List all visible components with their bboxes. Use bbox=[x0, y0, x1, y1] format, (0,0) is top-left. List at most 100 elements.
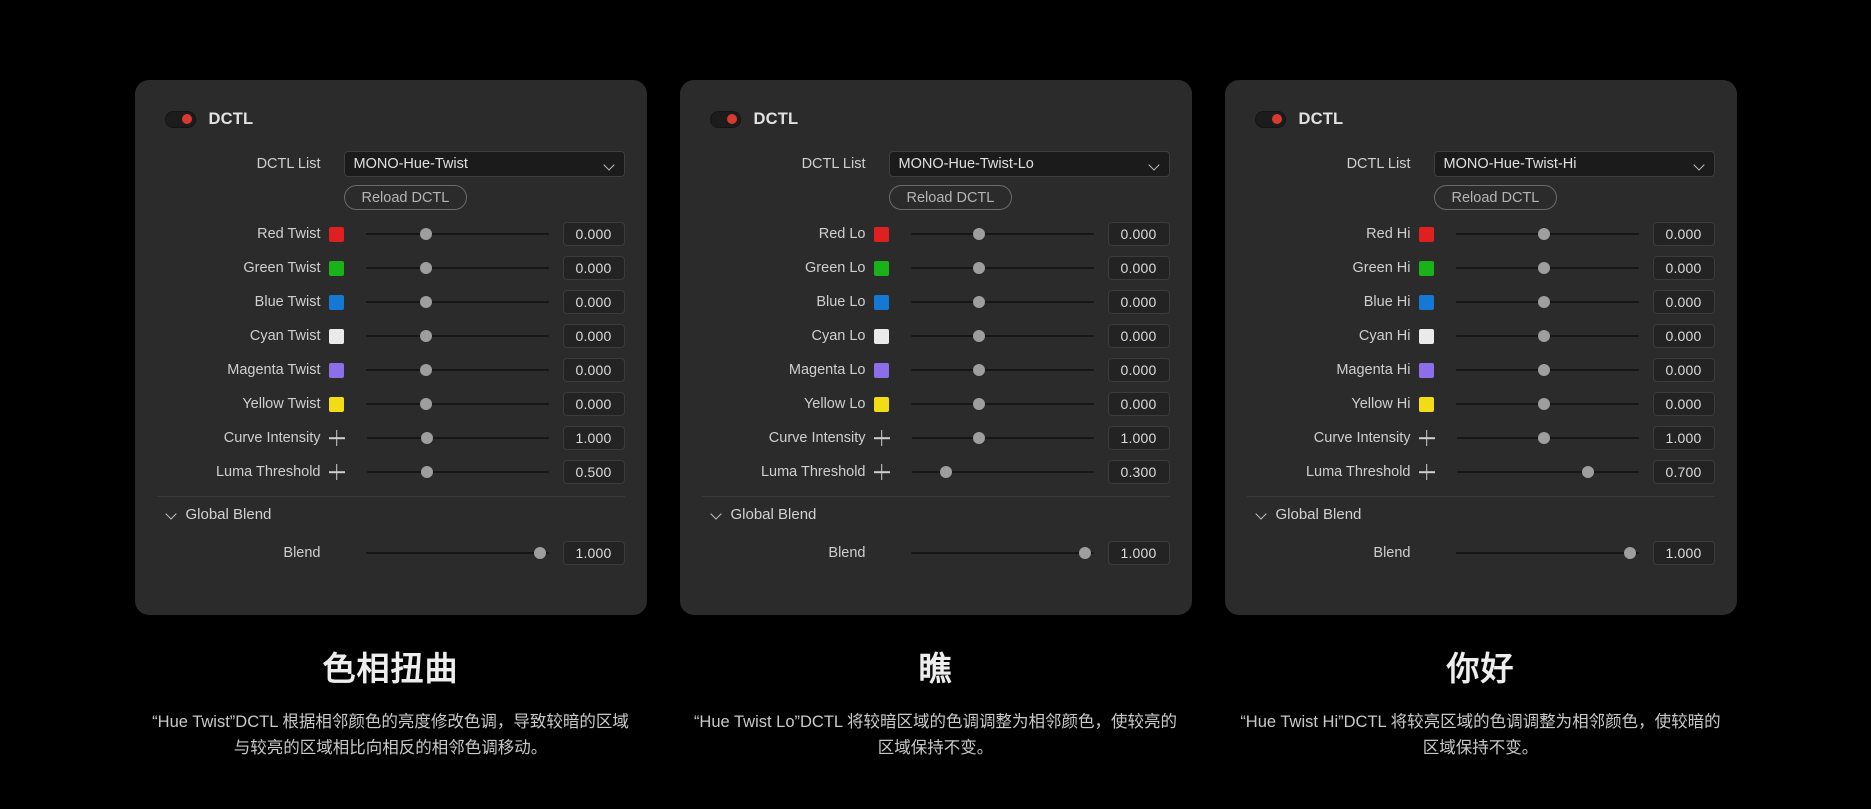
slider-thumb[interactable] bbox=[420, 228, 433, 240]
plus-icon[interactable] bbox=[1419, 464, 1435, 480]
parameter-slider[interactable] bbox=[365, 322, 549, 350]
color-swatch-icon[interactable] bbox=[873, 396, 889, 412]
parameter-value[interactable]: 0.000 bbox=[1107, 392, 1170, 416]
parameter-slider[interactable] bbox=[366, 458, 549, 486]
parameter-value[interactable]: 0.000 bbox=[1107, 324, 1170, 348]
parameter-slider[interactable] bbox=[1455, 220, 1639, 248]
parameter-slider[interactable] bbox=[1455, 254, 1639, 282]
slider-thumb[interactable] bbox=[972, 398, 985, 410]
slider-thumb[interactable] bbox=[420, 296, 433, 308]
parameter-value[interactable]: 0.000 bbox=[562, 256, 625, 280]
parameter-slider[interactable] bbox=[910, 254, 1094, 282]
parameter-value[interactable]: 0.000 bbox=[1652, 392, 1715, 416]
slider-thumb[interactable] bbox=[1537, 398, 1550, 410]
color-swatch-icon[interactable] bbox=[328, 328, 344, 344]
slider-thumb[interactable] bbox=[939, 466, 952, 478]
global-blend-section-header[interactable]: Global Blend bbox=[157, 497, 625, 531]
global-blend-section-header[interactable]: Global Blend bbox=[1247, 497, 1715, 531]
slider-thumb[interactable] bbox=[1538, 432, 1551, 444]
enable-toggle[interactable] bbox=[709, 110, 741, 128]
slider-thumb[interactable] bbox=[420, 364, 433, 376]
reload-dctl-button[interactable]: Reload DCTL bbox=[343, 185, 468, 210]
parameter-slider[interactable] bbox=[910, 322, 1094, 350]
slider-thumb[interactable] bbox=[1079, 547, 1092, 559]
color-swatch-icon[interactable] bbox=[328, 260, 344, 276]
parameter-value[interactable]: 1.000 bbox=[562, 426, 625, 450]
parameter-slider[interactable] bbox=[365, 220, 549, 248]
slider-thumb[interactable] bbox=[420, 330, 433, 342]
parameter-value[interactable]: 0.500 bbox=[562, 460, 625, 484]
dctl-list-select[interactable]: MONO-Hue-Twist-Lo bbox=[888, 151, 1170, 177]
slider-thumb[interactable] bbox=[421, 466, 434, 478]
parameter-slider[interactable] bbox=[366, 424, 549, 452]
blend-slider[interactable] bbox=[1455, 539, 1639, 567]
blend-value[interactable]: 1.000 bbox=[1107, 541, 1170, 565]
plus-icon[interactable] bbox=[1419, 430, 1435, 446]
slider-thumb[interactable] bbox=[1537, 296, 1550, 308]
color-swatch-icon[interactable] bbox=[873, 328, 889, 344]
parameter-slider[interactable] bbox=[1455, 390, 1639, 418]
parameter-slider[interactable] bbox=[365, 356, 549, 384]
color-swatch-icon[interactable] bbox=[873, 362, 889, 378]
parameter-slider[interactable] bbox=[910, 390, 1094, 418]
slider-thumb[interactable] bbox=[420, 398, 433, 410]
parameter-slider[interactable] bbox=[365, 288, 549, 316]
plus-icon[interactable] bbox=[329, 430, 345, 446]
parameter-slider[interactable] bbox=[910, 356, 1094, 384]
parameter-value[interactable]: 0.000 bbox=[1652, 256, 1715, 280]
slider-thumb[interactable] bbox=[420, 262, 433, 274]
parameter-value[interactable]: 0.000 bbox=[1652, 290, 1715, 314]
slider-thumb[interactable] bbox=[972, 330, 985, 342]
parameter-value[interactable]: 0.000 bbox=[562, 392, 625, 416]
color-swatch-icon[interactable] bbox=[328, 226, 344, 242]
reload-dctl-button[interactable]: Reload DCTL bbox=[888, 185, 1013, 210]
parameter-value[interactable]: 0.700 bbox=[1652, 460, 1715, 484]
slider-thumb[interactable] bbox=[972, 228, 985, 240]
color-swatch-icon[interactable] bbox=[1418, 396, 1434, 412]
parameter-slider[interactable] bbox=[1456, 424, 1639, 452]
color-swatch-icon[interactable] bbox=[328, 362, 344, 378]
slider-thumb[interactable] bbox=[972, 296, 985, 308]
color-swatch-icon[interactable] bbox=[328, 294, 344, 310]
color-swatch-icon[interactable] bbox=[873, 260, 889, 276]
parameter-value[interactable]: 0.000 bbox=[1652, 222, 1715, 246]
blend-value[interactable]: 1.000 bbox=[1652, 541, 1715, 565]
parameter-slider[interactable] bbox=[1455, 288, 1639, 316]
dctl-list-select[interactable]: MONO-Hue-Twist bbox=[343, 151, 625, 177]
parameter-value[interactable]: 0.000 bbox=[1652, 358, 1715, 382]
parameter-value[interactable]: 1.000 bbox=[1107, 426, 1170, 450]
parameter-value[interactable]: 0.000 bbox=[562, 324, 625, 348]
slider-thumb[interactable] bbox=[534, 547, 547, 559]
color-swatch-icon[interactable] bbox=[1418, 328, 1434, 344]
slider-thumb[interactable] bbox=[1582, 466, 1595, 478]
parameter-slider[interactable] bbox=[1456, 458, 1639, 486]
blend-slider[interactable] bbox=[910, 539, 1094, 567]
parameter-value[interactable]: 0.000 bbox=[1107, 222, 1170, 246]
color-swatch-icon[interactable] bbox=[1418, 362, 1434, 378]
color-swatch-icon[interactable] bbox=[873, 294, 889, 310]
color-swatch-icon[interactable] bbox=[328, 396, 344, 412]
parameter-slider[interactable] bbox=[365, 390, 549, 418]
slider-thumb[interactable] bbox=[421, 432, 434, 444]
enable-toggle[interactable] bbox=[164, 110, 196, 128]
plus-icon[interactable] bbox=[874, 464, 890, 480]
global-blend-section-header[interactable]: Global Blend bbox=[702, 497, 1170, 531]
slider-thumb[interactable] bbox=[972, 364, 985, 376]
parameter-value[interactable]: 0.000 bbox=[562, 358, 625, 382]
reload-dctl-button[interactable]: Reload DCTL bbox=[1433, 185, 1558, 210]
parameter-slider[interactable] bbox=[910, 220, 1094, 248]
slider-thumb[interactable] bbox=[1537, 228, 1550, 240]
parameter-slider[interactable] bbox=[910, 288, 1094, 316]
parameter-value[interactable]: 0.000 bbox=[1107, 256, 1170, 280]
slider-thumb[interactable] bbox=[1537, 330, 1550, 342]
slider-thumb[interactable] bbox=[1537, 364, 1550, 376]
slider-thumb[interactable] bbox=[1537, 262, 1550, 274]
parameter-value[interactable]: 0.000 bbox=[1652, 324, 1715, 348]
parameter-value[interactable]: 1.000 bbox=[1652, 426, 1715, 450]
color-swatch-icon[interactable] bbox=[873, 226, 889, 242]
plus-icon[interactable] bbox=[329, 464, 345, 480]
parameter-value[interactable]: 0.000 bbox=[562, 290, 625, 314]
blend-slider[interactable] bbox=[365, 539, 549, 567]
blend-value[interactable]: 1.000 bbox=[562, 541, 625, 565]
parameter-slider[interactable] bbox=[365, 254, 549, 282]
